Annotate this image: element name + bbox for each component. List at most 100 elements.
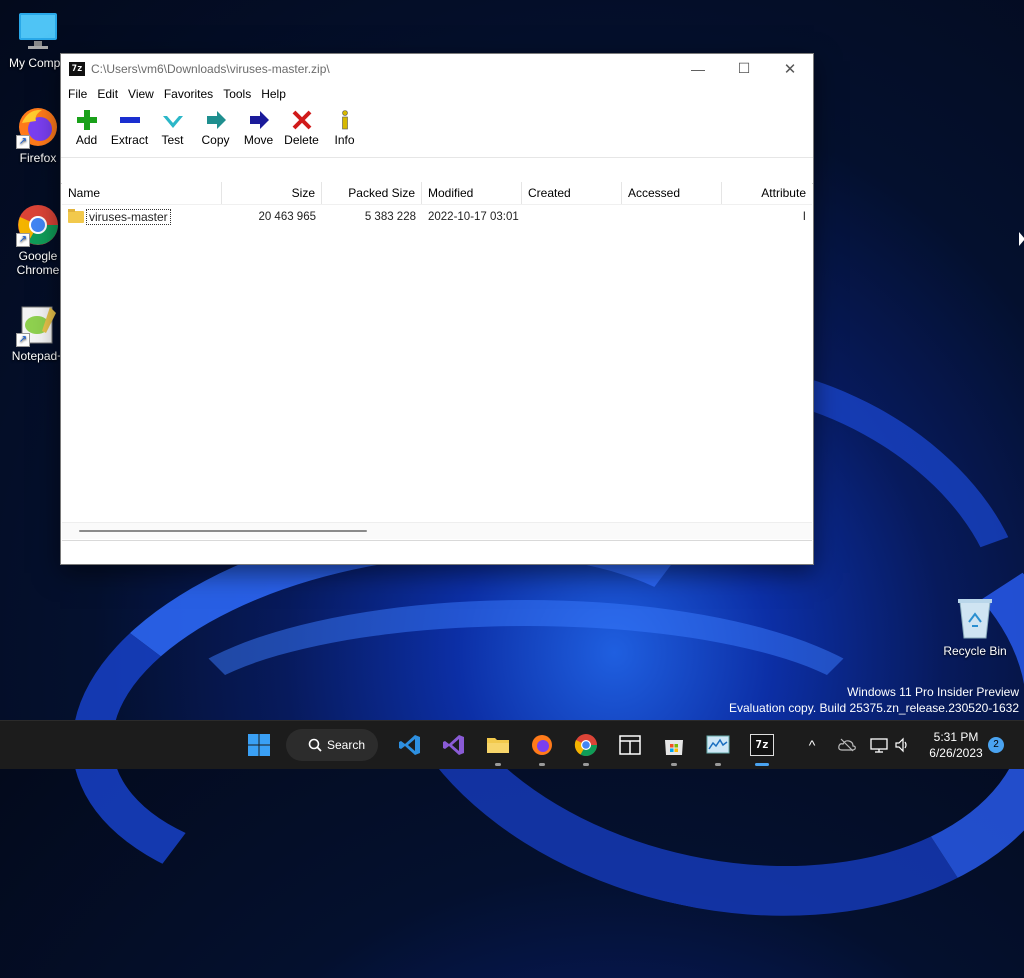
minimize-button[interactable]: —	[675, 54, 721, 83]
chrome-icon	[574, 734, 597, 756]
running-indicator	[583, 763, 589, 766]
running-indicator	[671, 763, 677, 766]
start-button[interactable]	[243, 729, 275, 761]
7zip-icon: 7z	[750, 734, 774, 756]
status-bar	[62, 540, 812, 563]
taskbar-store[interactable]	[658, 729, 690, 766]
info-label: Info	[334, 133, 355, 147]
column-header-attributes[interactable]: Attribute	[722, 182, 812, 204]
delete-button[interactable]: Delete	[282, 105, 321, 147]
delete-label: Delete	[284, 133, 319, 147]
vscode-icon	[399, 735, 420, 755]
folder-icon	[68, 209, 84, 223]
menu-help[interactable]: Help	[256, 83, 291, 105]
minus-icon	[119, 109, 141, 131]
clock-time: 5:31 PM	[933, 730, 979, 744]
add-button[interactable]: Add	[67, 105, 106, 147]
menu-bar: File Edit View Favorites Tools Help	[61, 83, 813, 105]
horizontal-scrollbar[interactable]	[62, 522, 812, 539]
notification-badge[interactable]: 2	[988, 737, 1004, 753]
store-icon	[665, 740, 683, 755]
table-row[interactable]: viruses-master 20 463 965 5 383 228 2022…	[62, 208, 812, 226]
column-header-row: Name Size Packed Size Modified Created A…	[62, 182, 812, 205]
cell-packed-size: 5 383 228	[364, 211, 416, 223]
visual-studio-icon	[443, 735, 464, 755]
column-header-packed-size[interactable]: Packed Size	[322, 182, 422, 204]
shortcut-arrow-icon: ↗	[16, 333, 30, 347]
monitor-chart-icon	[706, 735, 730, 754]
column-header-accessed[interactable]: Accessed	[622, 182, 722, 204]
add-label: Add	[75, 133, 98, 147]
taskbar-clock[interactable]: 5:31 PM 6/26/2023	[916, 729, 996, 761]
cell-attributes: I	[802, 211, 806, 223]
window-title: C:\Users\vm6\Downloads\viruses-master.zi…	[91, 61, 330, 76]
extract-button[interactable]: Extract	[110, 105, 149, 147]
search-label: Search	[327, 738, 366, 752]
info-icon	[334, 109, 356, 131]
desktop-icon-recycle-bin[interactable]: Recycle Bin	[940, 596, 1010, 658]
menu-file[interactable]: File	[63, 83, 92, 105]
file-list: Name Size Packed Size Modified Created A…	[62, 182, 812, 538]
column-header-modified[interactable]: Modified	[422, 182, 522, 204]
move-label: Move	[243, 133, 274, 147]
windows-logo-icon	[248, 734, 270, 756]
close-button[interactable]: ✕	[767, 54, 813, 83]
menu-edit[interactable]: Edit	[92, 83, 123, 105]
firefox-icon: ↗	[16, 105, 60, 149]
copy-arrow-icon	[205, 109, 227, 131]
volume-icon[interactable]	[894, 737, 910, 753]
windows-watermark: Windows 11 Pro Insider Preview Evaluatio…	[729, 684, 1019, 716]
column-header-name[interactable]: Name	[62, 182, 222, 204]
recycle-bin-icon	[955, 596, 995, 640]
file-manager-window: 7z C:\Users\vm6\Downloads\viruses-master…	[60, 53, 814, 565]
info-button[interactable]: Info	[325, 105, 364, 147]
column-header-created[interactable]: Created	[522, 182, 622, 204]
check-icon	[162, 109, 184, 131]
chrome-icon: ↗	[16, 203, 60, 247]
chevron-up-icon[interactable]: ^	[804, 737, 820, 753]
shortcut-arrow-icon: ↗	[16, 135, 30, 149]
active-indicator	[755, 763, 769, 766]
test-button[interactable]: Test	[153, 105, 192, 147]
toolbar: Add Extract Test Copy Move Delete Info	[61, 105, 813, 158]
address-bar[interactable]	[61, 158, 813, 184]
extract-label: Extract	[110, 133, 149, 147]
running-indicator	[715, 763, 721, 766]
taskbar-resource-monitor[interactable]	[702, 729, 734, 766]
plus-icon	[76, 109, 98, 131]
title-bar[interactable]: 7z C:\Users\vm6\Downloads\viruses-master…	[61, 54, 813, 83]
move-button[interactable]: Move	[239, 105, 278, 147]
desktop-icon-label: Google Chrome	[16, 249, 60, 277]
7zip-app-icon: 7z	[69, 61, 85, 76]
move-arrow-icon	[248, 109, 270, 131]
task-view-icon	[619, 735, 641, 755]
taskbar-chrome[interactable]	[570, 729, 602, 766]
running-indicator	[539, 763, 545, 766]
test-label: Test	[161, 133, 184, 147]
running-indicator	[495, 763, 501, 766]
folder-icon	[487, 738, 509, 753]
watermark-build: Evaluation copy. Build 25375.zn_release.…	[729, 701, 1019, 715]
taskbar-file-explorer[interactable]	[482, 729, 514, 766]
onedrive-offline-icon[interactable]	[838, 738, 856, 752]
taskbar-visual-studio[interactable]	[438, 729, 470, 761]
watermark-edition: Windows 11 Pro Insider Preview	[847, 685, 1019, 699]
shortcut-arrow-icon: ↗	[16, 233, 30, 247]
network-icon[interactable]	[870, 737, 888, 753]
column-header-size[interactable]: Size	[222, 182, 322, 204]
menu-view[interactable]: View	[123, 83, 159, 105]
scrollbar-thumb[interactable]	[79, 530, 367, 532]
maximize-button[interactable]: ☐	[721, 54, 767, 83]
menu-favorites[interactable]: Favorites	[159, 83, 218, 105]
taskbar-7zip[interactable]: 7z	[746, 729, 778, 766]
taskbar: Search 7z ^ 5:31 PM 6/26/2023 2	[0, 720, 1024, 769]
copy-button[interactable]: Copy	[196, 105, 235, 147]
copy-label: Copy	[201, 133, 230, 147]
search-icon	[308, 738, 322, 752]
menu-tools[interactable]: Tools	[218, 83, 256, 105]
taskbar-task-view[interactable]	[614, 729, 646, 761]
mouse-cursor-icon	[1019, 232, 1024, 246]
taskbar-firefox[interactable]	[526, 729, 558, 766]
taskbar-search[interactable]: Search	[286, 729, 378, 761]
taskbar-vscode[interactable]	[394, 729, 426, 761]
